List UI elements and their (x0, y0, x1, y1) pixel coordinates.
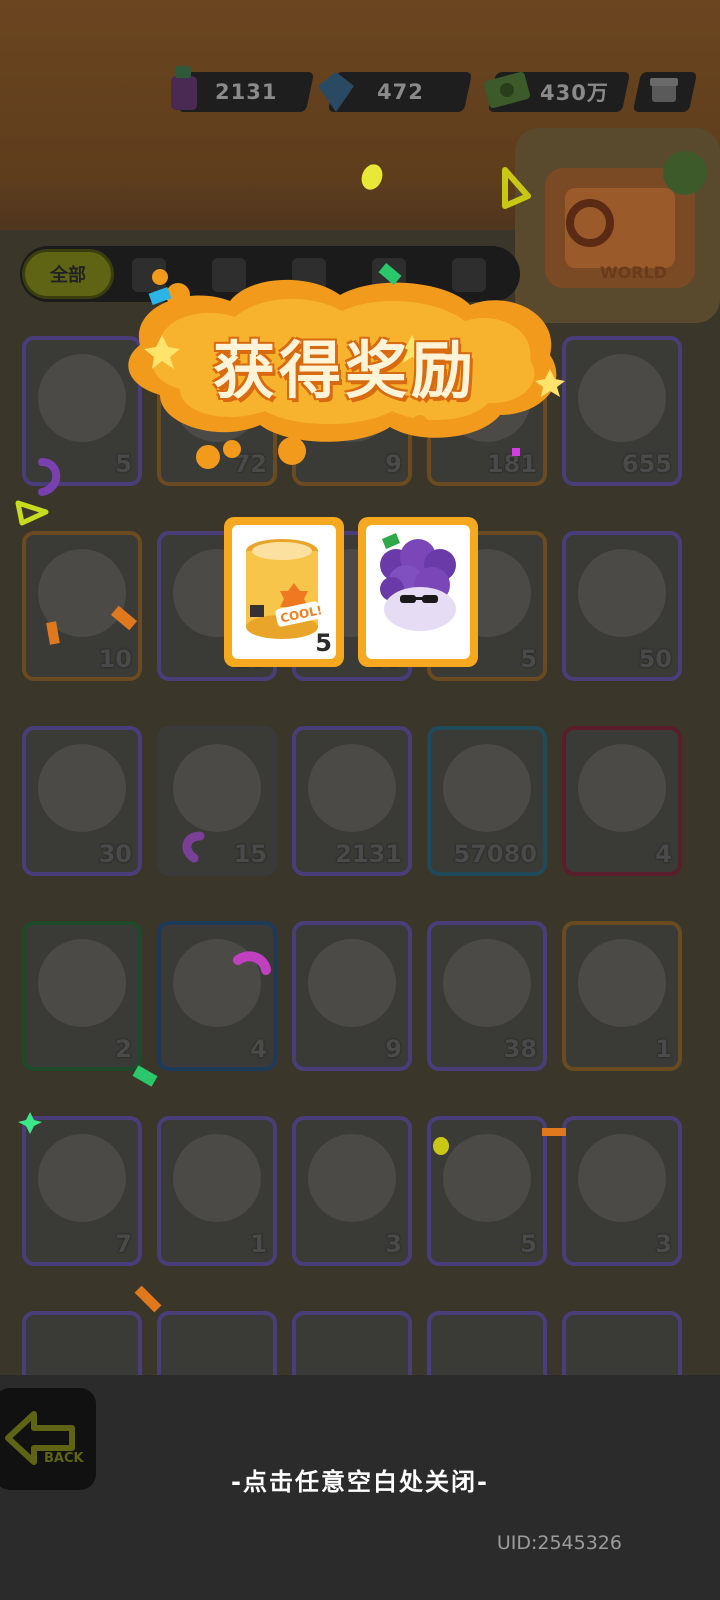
uid-label: UID:2545326 (496, 1532, 622, 1554)
close-hint: -点击任意空白处关闭- (231, 1468, 489, 1496)
confetti-decoration (15, 164, 566, 1313)
